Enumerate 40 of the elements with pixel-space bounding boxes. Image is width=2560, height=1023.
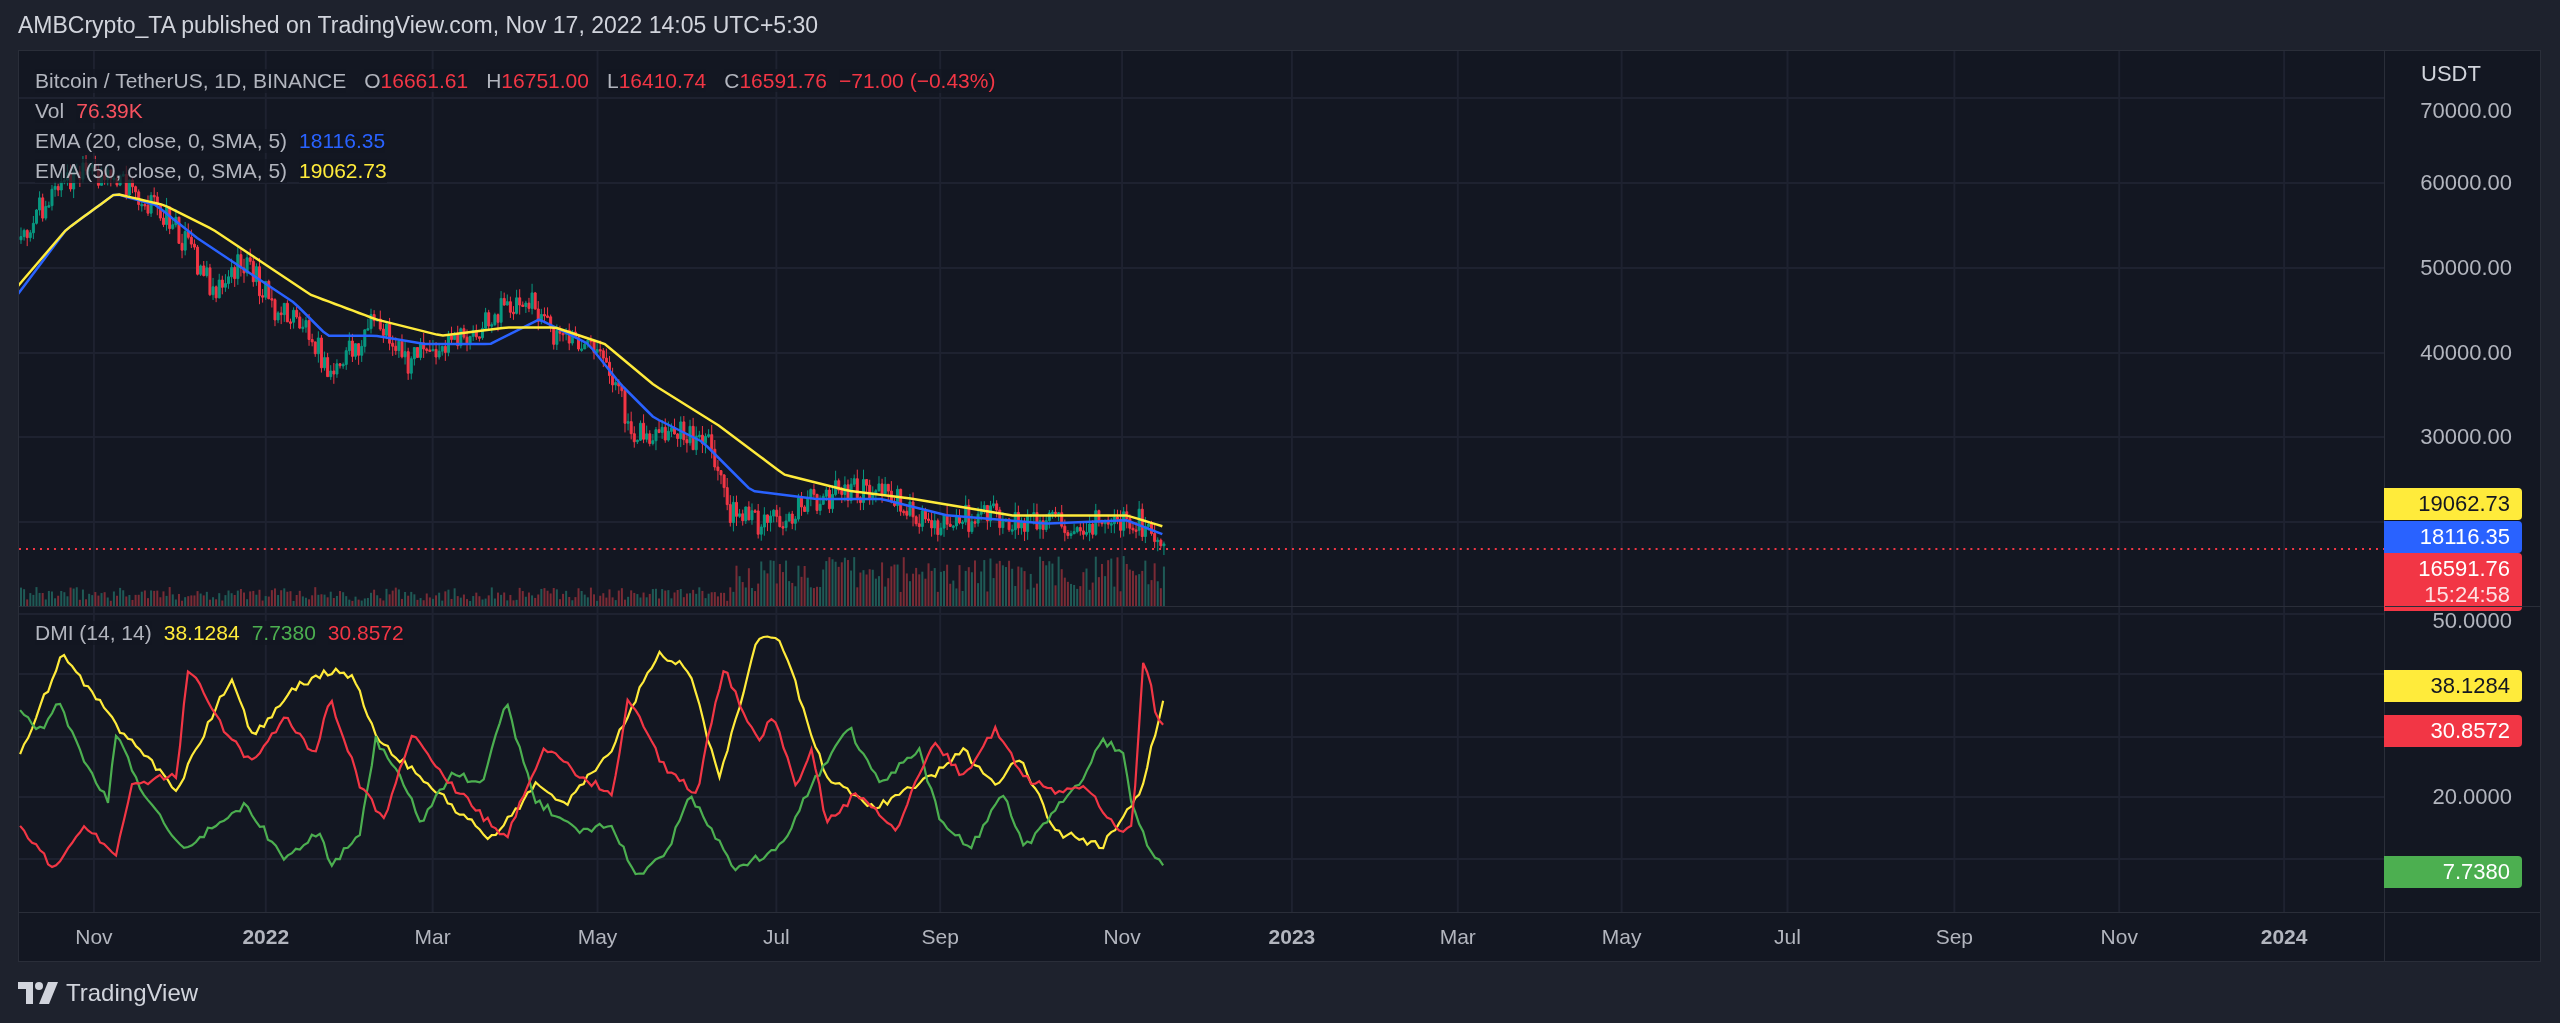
time-axis-label: Sep [1935,925,1974,949]
time-axis-label: Sep [921,925,959,949]
price-axis-label: 30000.00 [2420,424,2512,450]
indicator-value: 7.7380 [251,621,316,645]
time-axis-label: May [577,925,618,949]
time-axis-label: Nov [2100,925,2138,949]
price-change: −71.00 (−0.43%) [839,69,996,93]
time-axis-label: 2022 [242,925,290,949]
time-axis-label: 2024 [2260,925,2308,949]
volume-value: 76.39K [76,99,143,123]
price-axis-label: 40000.00 [2420,340,2512,366]
price-axis-label: 50000.00 [2420,255,2512,281]
ohlc-value: C16591.76 [724,69,827,93]
ohlc-value: O16661.61 [364,69,469,93]
time-axis-label: Jul [1774,925,1801,949]
brand-name: TradingView [66,978,199,1007]
time-axis-label: Mar [1439,925,1476,949]
indicator-badge: 30.8572 [2384,715,2522,747]
indicator-badge: 7.7380 [2384,856,2522,888]
symbol-title: Bitcoin / TetherUS, 1D, BINANCE [35,69,347,93]
time-axis-label: Jul [762,925,790,949]
time-axis-label: May [1601,925,1642,949]
price-badge: 18116.35 [2384,521,2522,553]
price-axis-label: 70000.00 [2420,98,2512,124]
published-caption: AMBCrypto_TA published on TradingView.com, Nov 17, 2022 14:05 UTC+5:30 [18,11,819,39]
time-axis-label: Nov [1103,925,1141,949]
indicator-label: DMI (14, 14) [35,621,152,645]
indicator-axis-label: 50.0000 [2432,608,2512,634]
currency-unit: USDT [2421,61,2481,87]
indicator-label: EMA (20, close, 0, SMA, 5) [35,129,288,153]
indicator-badge: 38.1284 [2384,670,2522,702]
indicator-axis-label: 20.0000 [2432,784,2512,810]
logo-icon [18,981,58,1004]
price-axis-label: 60000.00 [2420,170,2512,196]
price-badge: 16591.76 15:24:58 [2384,553,2522,611]
indicator-label: EMA (50, close, 0, SMA, 5) [35,159,288,183]
time-axis-label: 2023 [1268,925,1316,949]
time-axis-label: Nov [75,925,113,949]
time-axis-label: Mar [414,925,451,949]
price-badge: 19062.73 [2384,488,2522,520]
